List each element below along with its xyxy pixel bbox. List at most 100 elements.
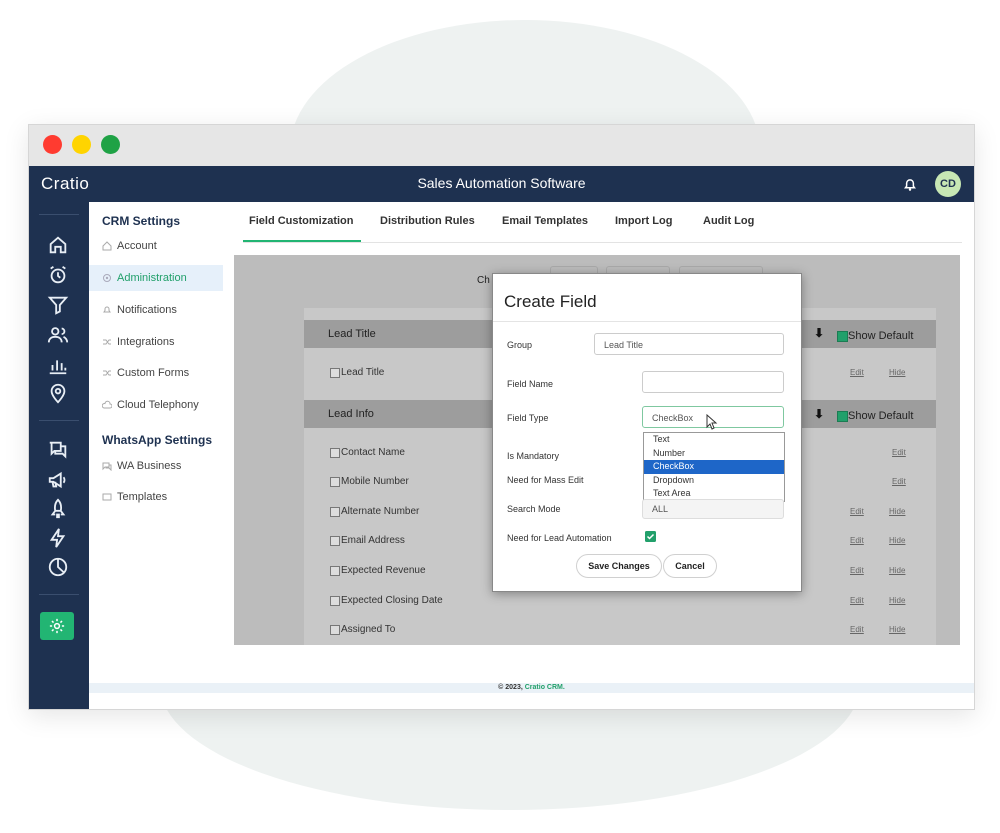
field-name-label: Field Name <box>507 379 554 389</box>
sidebar-item-wa-business[interactable]: WA Business <box>89 453 223 479</box>
hide-link[interactable]: Hide <box>889 507 905 516</box>
edit-link[interactable]: Edit <box>850 368 864 377</box>
rail-divider <box>39 420 79 421</box>
tab-email-templates[interactable]: Email Templates <box>502 215 588 227</box>
rail-divider <box>39 214 79 215</box>
edit-link[interactable]: Edit <box>850 566 864 575</box>
show-default-label: Show Default <box>848 330 914 342</box>
sidebar-item-account[interactable]: Account <box>89 233 223 259</box>
document-icon <box>102 493 112 501</box>
settings-button[interactable] <box>40 612 74 640</box>
lead-automation-label: Need for Lead Automation <box>507 533 612 543</box>
field-label: Expected Revenue <box>341 565 426 576</box>
megaphone-icon[interactable] <box>47 469 69 491</box>
bell-icon <box>103 306 111 313</box>
sidebar-item-label: Notifications <box>117 304 177 316</box>
lightning-icon[interactable] <box>47 527 69 549</box>
pie-chart-icon[interactable] <box>47 556 69 578</box>
field-label: Assigned To <box>341 624 396 635</box>
footer-brand-link[interactable]: Cratio CRM. <box>525 684 565 691</box>
dropdown-option[interactable]: Dropdown <box>644 474 784 488</box>
field-checkbox[interactable] <box>330 625 340 635</box>
sidebar-item-label: Integrations <box>117 336 175 348</box>
gear-icon <box>49 618 65 634</box>
field-label: Email Address <box>341 535 405 546</box>
field-checkbox[interactable] <box>330 477 340 487</box>
edit-link[interactable]: Edit <box>850 536 864 545</box>
field-label: Alternate Number <box>341 506 420 517</box>
field-checkbox[interactable] <box>330 536 340 546</box>
app-topbar: Cratio Sales Automation Software CD <box>29 166 974 202</box>
lead-automation-checkbox[interactable] <box>645 531 656 542</box>
tab-import-log[interactable]: Import Log <box>615 215 672 227</box>
gear-icon <box>103 274 111 282</box>
group-field[interactable]: Lead Title <box>594 333 784 355</box>
edit-link[interactable]: Edit <box>892 477 906 486</box>
field-checkbox[interactable] <box>330 368 340 378</box>
hide-link[interactable]: Hide <box>889 566 905 575</box>
edit-link[interactable]: Edit <box>850 507 864 516</box>
home-icon[interactable] <box>47 234 69 256</box>
edit-link[interactable]: Edit <box>892 448 906 457</box>
group-label: Group <box>507 340 533 350</box>
settings-tabs: Field Customization Distribution Rules E… <box>223 202 974 243</box>
sidebar-item-label: Cloud Telephony <box>117 399 199 411</box>
minimize-dot[interactable] <box>72 135 91 154</box>
edit-link[interactable]: Edit <box>850 596 864 605</box>
arrow-down-icon[interactable]: ⬇ <box>814 407 824 421</box>
settings-sidebar: CRM Settings Account Administration Noti… <box>89 202 223 687</box>
tab-audit-log[interactable]: Audit Log <box>703 215 754 227</box>
sidebar-item-notifications[interactable]: Notifications <box>89 297 223 323</box>
shuffle-icon <box>103 339 111 345</box>
tabs-divider <box>243 242 962 243</box>
search-mode-select[interactable]: ALL <box>642 499 784 519</box>
window-titlebar <box>29 125 974 166</box>
cancel-button[interactable]: Cancel <box>663 554 717 578</box>
edit-link[interactable]: Edit <box>850 625 864 634</box>
hide-link[interactable]: Hide <box>889 625 905 634</box>
field-checkbox[interactable] <box>330 448 340 458</box>
sidebar-item-label: Account <box>117 240 157 252</box>
field-label: Expected Closing Date <box>341 595 443 606</box>
field-checkbox[interactable] <box>330 566 340 576</box>
user-avatar[interactable]: CD <box>935 171 961 197</box>
sidebar-item-custom-forms[interactable]: Custom Forms <box>89 360 223 386</box>
alarm-icon[interactable] <box>47 264 69 286</box>
group-title: Lead Info <box>328 408 374 420</box>
field-checkbox[interactable] <box>330 596 340 606</box>
icon-rail <box>29 202 89 709</box>
sidebar-item-cloud-telephony[interactable]: Cloud Telephony <box>89 392 223 418</box>
tab-distribution-rules[interactable]: Distribution Rules <box>380 215 475 227</box>
bell-icon[interactable] <box>901 175 919 193</box>
dialog-title: Create Field <box>504 292 597 311</box>
sidebar-item-administration[interactable]: Administration <box>89 265 223 291</box>
dropdown-option[interactable]: Number <box>644 447 784 461</box>
save-changes-button[interactable]: Save Changes <box>576 554 662 578</box>
cloud-icon <box>102 400 112 409</box>
show-default-checkbox[interactable] <box>837 411 848 422</box>
rocket-icon[interactable] <box>47 498 69 520</box>
hide-link[interactable]: Hide <box>889 536 905 545</box>
hide-link[interactable]: Hide <box>889 368 905 377</box>
chat-icon <box>102 462 112 471</box>
sidebar-item-templates[interactable]: Templates <box>89 484 223 510</box>
close-dot[interactable] <box>43 135 62 154</box>
app-title: Sales Automation Software <box>417 175 586 191</box>
location-icon[interactable] <box>47 382 69 404</box>
create-field-dialog: Create Field Group Lead Title Field Name… <box>492 273 802 592</box>
show-default-checkbox[interactable] <box>837 331 848 342</box>
maximize-dot[interactable] <box>101 135 120 154</box>
hide-link[interactable]: Hide <box>889 596 905 605</box>
cursor-icon <box>706 414 718 430</box>
field-name-input[interactable] <box>642 371 784 393</box>
dropdown-option[interactable]: Text <box>644 433 784 447</box>
sidebar-item-integrations[interactable]: Integrations <box>89 329 223 355</box>
bar-chart-icon[interactable] <box>47 354 69 376</box>
dropdown-option-selected[interactable]: CheckBox <box>644 460 784 474</box>
field-checkbox[interactable] <box>330 507 340 517</box>
chat-icon[interactable] <box>47 439 69 461</box>
tab-field-customization[interactable]: Field Customization <box>249 215 354 227</box>
arrow-down-icon[interactable]: ⬇ <box>814 326 824 340</box>
filter-icon[interactable] <box>47 294 69 316</box>
users-icon[interactable] <box>47 324 69 346</box>
